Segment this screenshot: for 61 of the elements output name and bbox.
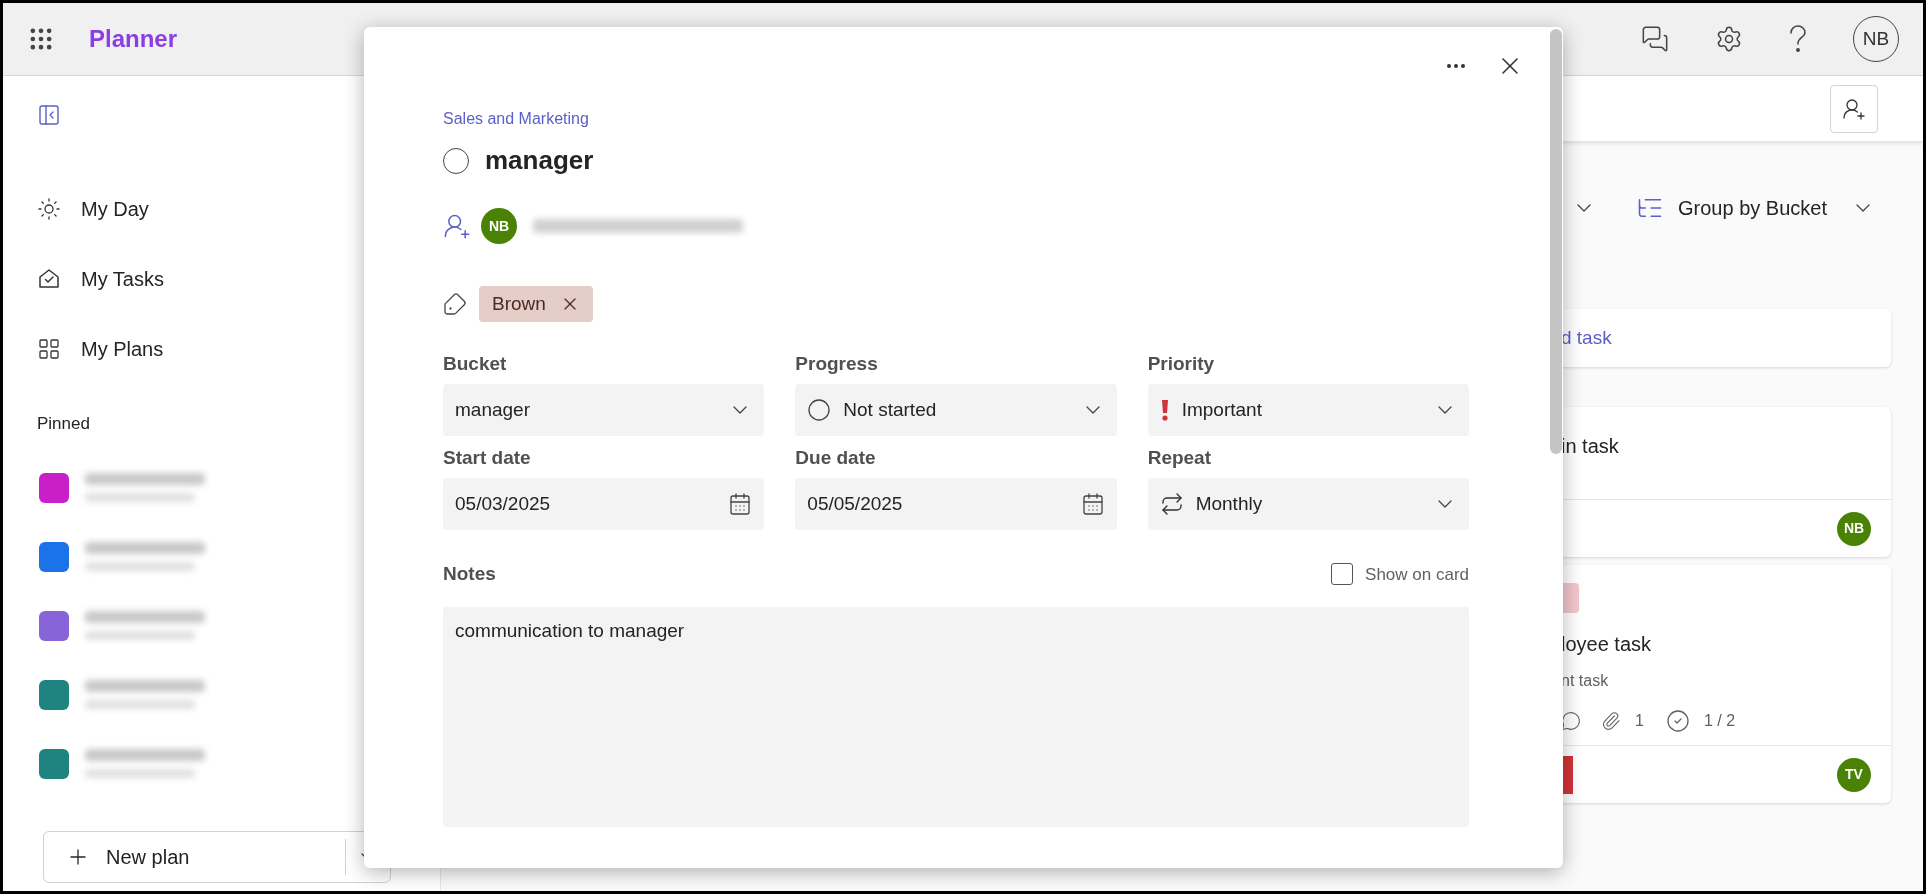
field-value: manager	[455, 397, 531, 422]
calendar-icon	[728, 492, 753, 516]
field-label: Start date	[443, 446, 532, 470]
paperclip-icon	[1601, 711, 1621, 731]
task-title[interactable]: manager	[485, 141, 594, 180]
nav-label: My Day	[81, 197, 149, 222]
comment-icon	[1561, 711, 1581, 731]
tag-icon[interactable]	[443, 292, 467, 316]
avatar: TV	[1837, 757, 1871, 792]
assign-icon[interactable]	[443, 212, 471, 240]
field-value: Important	[1181, 397, 1263, 422]
checklist-count: 1 / 2	[1703, 711, 1736, 731]
checklist-icon	[1665, 709, 1690, 733]
dropdown-field[interactable]: Not started	[795, 384, 1117, 436]
field-label: Due date	[795, 446, 877, 470]
app-name[interactable]: Planner	[89, 21, 178, 57]
field-label: Priority	[1147, 352, 1216, 376]
section-heading: Pinned	[37, 413, 91, 435]
notes-label: Notes	[443, 562, 496, 586]
sun-icon	[37, 197, 61, 221]
attachment-count: 1	[1635, 711, 1644, 731]
person-add-icon	[1842, 96, 1866, 121]
feedback-icon[interactable]	[1641, 25, 1669, 53]
new-plan-button[interactable]: New plan	[44, 832, 345, 882]
field-label: Bucket	[443, 352, 508, 376]
dropdown-field[interactable]: manager	[443, 384, 765, 436]
field-value: Not started	[843, 397, 938, 422]
field-value: Monthly	[1195, 491, 1264, 516]
nav-item[interactable]: My Tasks	[37, 265, 406, 293]
calendar-icon	[1080, 492, 1105, 516]
grid-icon	[37, 337, 61, 361]
notes-field[interactable]: communication to manager	[443, 606, 1469, 827]
field-label: Repeat	[1147, 446, 1212, 470]
field-label: Progress	[795, 352, 879, 376]
settings-icon[interactable]	[1715, 25, 1743, 53]
dropdown-field[interactable]: Monthly	[1147, 478, 1469, 530]
nav-label: My Tasks	[81, 267, 164, 292]
exclamation-icon	[1159, 398, 1170, 422]
scrollbar-thumb[interactable]	[1550, 29, 1562, 454]
collapse-icon[interactable]	[37, 103, 61, 127]
field-value: 05/05/2025	[807, 491, 904, 516]
plan-name[interactable]: Sales and Marketing	[443, 107, 1469, 131]
group-by-button[interactable]: Group by Bucket	[1636, 193, 1875, 223]
house-check-icon	[37, 267, 61, 291]
share-button[interactable]	[1830, 84, 1878, 133]
nav-label: My Plans	[81, 337, 164, 362]
help-icon[interactable]	[1789, 25, 1807, 53]
avatar: NB	[1837, 511, 1871, 546]
nav-item[interactable]: My Day	[37, 195, 406, 223]
date-field[interactable]: 05/05/2025	[795, 478, 1117, 530]
checkbox[interactable]	[1331, 563, 1354, 586]
label-chip[interactable]: Brown	[479, 286, 593, 322]
label-text: Brown	[492, 291, 546, 316]
avatar: NB	[481, 208, 517, 244]
dropdown-field[interactable]: Important	[1147, 384, 1469, 436]
repeat-icon	[1159, 492, 1184, 516]
circle-icon	[807, 398, 832, 422]
date-field[interactable]: 05/03/2025	[443, 478, 765, 530]
nav-item[interactable]: My Plans	[37, 335, 406, 363]
field-value: 05/03/2025	[455, 491, 552, 516]
show-on-card-checkbox[interactable]: Show on card	[1331, 561, 1469, 587]
